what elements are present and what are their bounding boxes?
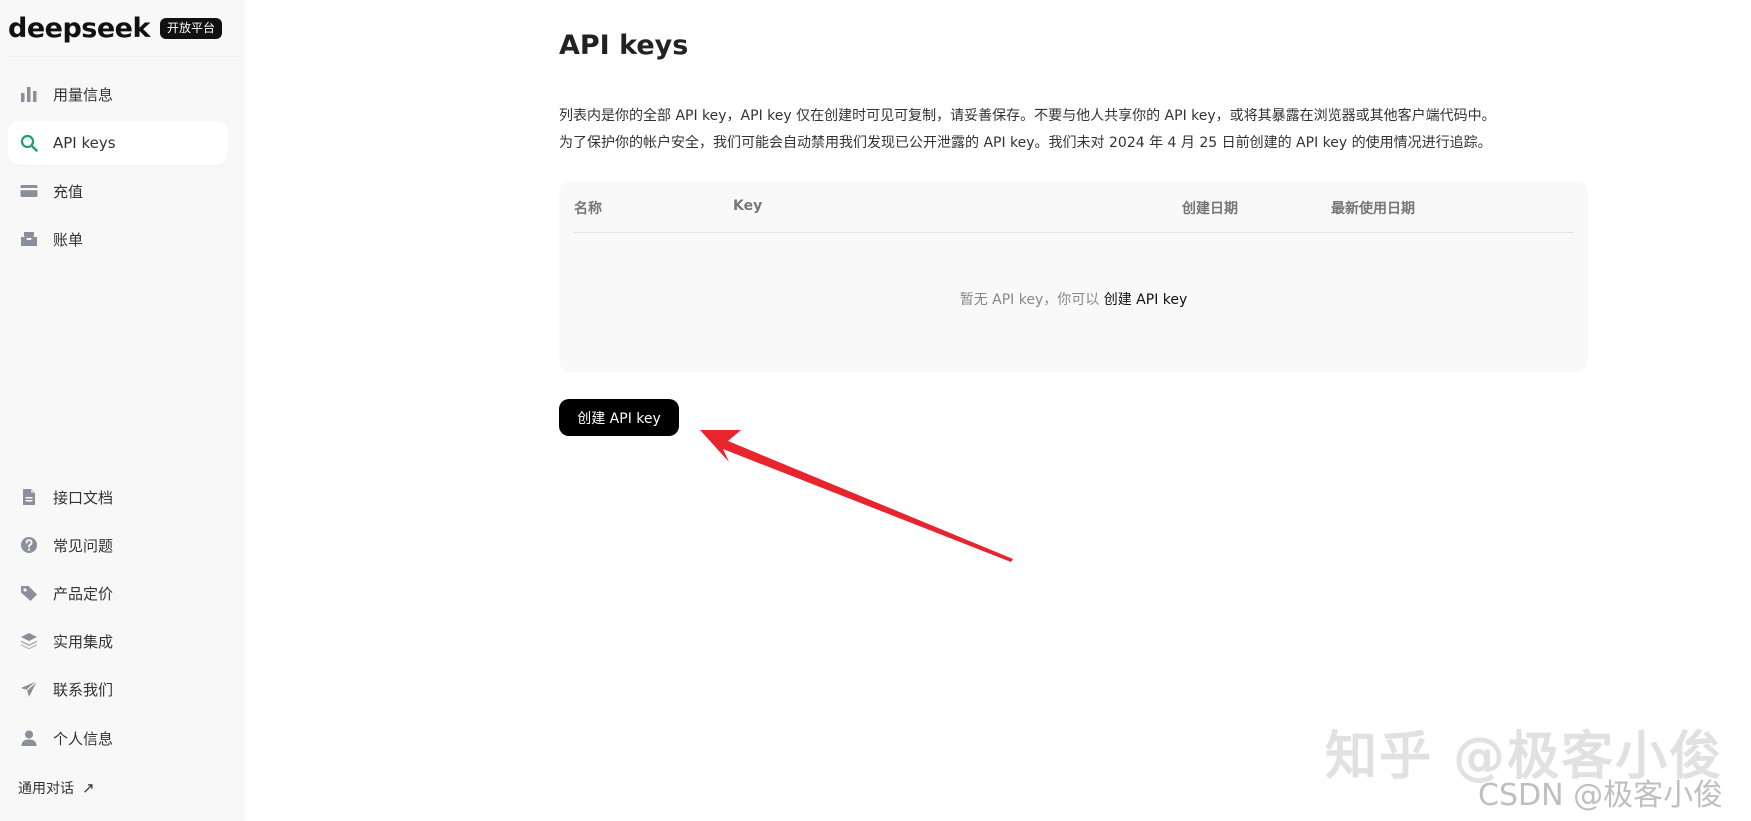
description-line-1: 列表内是你的全部 API key，API key 仅在创建时可见可复制，请妥善保…	[559, 108, 1496, 124]
sidebar-item-label: 个人信息	[53, 729, 114, 748]
user-icon	[18, 727, 40, 749]
sidebar-item-profile[interactable]: 个人信息	[8, 716, 228, 760]
sidebar-item-api-keys[interactable]: API keys	[8, 121, 228, 165]
sidebar-item-docs[interactable]: 接口文档	[8, 475, 228, 519]
question-icon	[18, 534, 40, 556]
tag-icon	[18, 582, 40, 604]
brand-badge: 开放平台	[159, 17, 222, 39]
table-header-divider	[574, 232, 1574, 233]
sidebar-item-label: API keys	[53, 134, 116, 152]
sidebar-item-contact[interactable]: 联系我们	[8, 667, 228, 711]
document-icon	[18, 486, 40, 508]
empty-state-create-link[interactable]: 创建 API key	[1104, 292, 1188, 308]
layers-icon	[18, 630, 40, 652]
column-header-created: 创建日期	[1182, 201, 1238, 217]
sidebar-item-label: 产品定价	[53, 584, 114, 603]
sidebar: deepseek 开放平台 用量信息 API keys 充值 账单 接口文档 常…	[0, 0, 245, 821]
sidebar-item-label: 接口文档	[53, 488, 114, 507]
column-header-name: 名称	[574, 201, 602, 217]
wallet-icon	[18, 180, 40, 202]
sidebar-item-label: 账单	[53, 230, 84, 249]
sidebar-item-bills[interactable]: 账单	[8, 217, 228, 261]
inbox-icon	[18, 228, 40, 250]
column-header-key: Key	[733, 198, 763, 214]
sidebar-item-label: 常见问题	[53, 536, 114, 555]
general-chat-link[interactable]: 通用对话 ↗	[18, 778, 95, 798]
csdn-watermark: CSDN @极客小俊	[1478, 778, 1724, 813]
empty-state-text: 暂无 API key，你可以	[959, 292, 1100, 308]
api-keys-table: 名称 Key 创建日期 最新使用日期 暂无 API key，你可以 创建 API…	[559, 181, 1588, 372]
description-line-2: 为了保护你的帐户安全，我们可能会自动禁用我们发现已公开泄露的 API key。我…	[559, 135, 1492, 151]
sidebar-item-label: 实用集成	[53, 632, 114, 651]
column-header-last-used: 最新使用日期	[1331, 201, 1415, 217]
send-icon	[18, 678, 40, 700]
sidebar-item-pricing[interactable]: 产品定价	[8, 571, 228, 615]
brand-logo: deepseek	[8, 12, 150, 44]
bar-chart-icon	[18, 83, 40, 105]
general-chat-label: 通用对话	[18, 781, 74, 797]
brand[interactable]: deepseek 开放平台	[8, 8, 222, 48]
external-arrow-icon: ↗	[82, 779, 95, 797]
sidebar-item-label: 联系我们	[53, 680, 114, 699]
sidebar-item-faq[interactable]: 常见问题	[8, 523, 228, 567]
page-title: API keys	[559, 30, 689, 61]
sidebar-item-integrations[interactable]: 实用集成	[8, 619, 228, 663]
sidebar-item-label: 用量信息	[53, 85, 114, 104]
sidebar-item-recharge[interactable]: 充值	[8, 169, 228, 213]
sidebar-item-label: 充值	[53, 182, 84, 201]
sidebar-item-usage[interactable]: 用量信息	[8, 72, 228, 116]
search-icon	[18, 132, 40, 154]
empty-state: 暂无 API key，你可以 创建 API key	[559, 289, 1588, 309]
page-description: 列表内是你的全部 API key，API key 仅在创建时可见可复制，请妥善保…	[559, 103, 1589, 157]
app-root: deepseek 开放平台 用量信息 API keys 充值 账单 接口文档 常…	[0, 0, 1751, 821]
brand-divider	[8, 56, 238, 57]
create-api-key-button[interactable]: 创建 API key	[559, 399, 679, 436]
